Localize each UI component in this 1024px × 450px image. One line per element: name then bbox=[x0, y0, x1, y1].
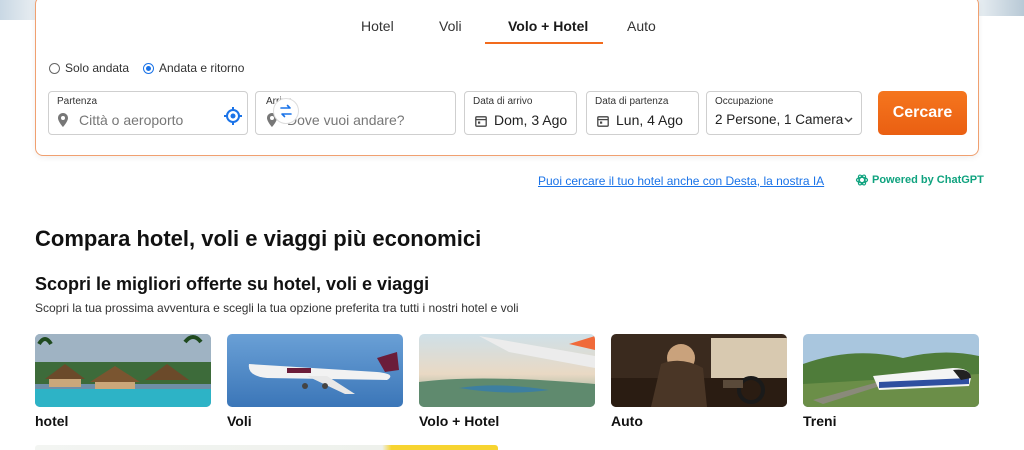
product-tabs: Hotel Voli Volo + Hotel Auto bbox=[36, 0, 978, 44]
occupancy-select[interactable]: Occupazione 2 Persone, 1 Camera bbox=[706, 91, 862, 135]
departure-input[interactable]: Città o aeroporto bbox=[79, 112, 183, 128]
car-image bbox=[611, 334, 787, 407]
category-label-auto: Auto bbox=[611, 413, 643, 429]
tab-auto[interactable]: Auto bbox=[627, 18, 656, 34]
desta-ai-link[interactable]: Puoi cercare il tuo hotel anche con Dest… bbox=[538, 174, 824, 188]
tab-volo-hotel[interactable]: Volo + Hotel bbox=[508, 18, 588, 34]
offers-heading: Scopri le migliori offerte su hotel, vol… bbox=[35, 274, 430, 294]
powered-by-label: Powered by ChatGPT bbox=[872, 174, 984, 186]
category-card-treni[interactable]: Treni bbox=[803, 334, 979, 429]
checkin-field[interactable]: Data di arrivo Dom, 3 Ago bbox=[464, 91, 577, 135]
radio-round-trip-label: Andata e ritorno bbox=[159, 61, 245, 75]
active-tab-indicator bbox=[485, 42, 603, 44]
radio-one-way-circle[interactable] bbox=[49, 62, 60, 74]
page-title: Compara hotel, voli e viaggi più economi… bbox=[35, 226, 482, 251]
tab-hotel[interactable]: Hotel bbox=[361, 18, 394, 34]
radio-one-way[interactable]: Solo andata bbox=[49, 61, 129, 75]
radio-round-trip-circle[interactable] bbox=[143, 62, 154, 74]
background-image-right bbox=[978, 0, 1024, 16]
category-label-hotel: hotel bbox=[35, 413, 69, 429]
radio-round-trip[interactable]: Andata e ritorno bbox=[143, 61, 244, 75]
offers-subheading: Scopri la tua prossima avventura e scegl… bbox=[35, 301, 519, 315]
search-form: Hotel Voli Volo + Hotel Auto Solo andata… bbox=[35, 0, 979, 156]
checkout-field[interactable]: Data di partenza Lun, 4 Ago bbox=[586, 91, 699, 135]
chevron-down-icon bbox=[844, 117, 853, 123]
calendar-icon bbox=[597, 116, 609, 127]
category-card-voli[interactable]: Voli bbox=[227, 334, 403, 429]
checkout-value: Lun, 4 Ago bbox=[616, 112, 683, 128]
departure-label: Partenza bbox=[57, 96, 98, 107]
search-button[interactable]: Cercare bbox=[878, 91, 967, 135]
swap-icon bbox=[280, 104, 292, 118]
tab-voli[interactable]: Voli bbox=[439, 18, 462, 34]
train-image bbox=[803, 334, 979, 407]
category-card-auto[interactable]: Auto bbox=[611, 334, 787, 429]
checkin-label: Data di arrivo bbox=[473, 96, 533, 107]
swap-button[interactable] bbox=[273, 98, 299, 124]
category-label-voli: Voli bbox=[227, 413, 252, 429]
category-card-volo-hotel[interactable]: Volo + Hotel bbox=[419, 334, 595, 429]
occupancy-label: Occupazione bbox=[715, 96, 774, 107]
occupancy-value: 2 Persone, 1 Camera bbox=[715, 112, 844, 127]
category-card-hotel[interactable]: hotel bbox=[35, 334, 211, 429]
hotel-image bbox=[35, 334, 211, 407]
geolocate-icon[interactable] bbox=[223, 106, 243, 126]
openai-icon bbox=[855, 174, 869, 186]
powered-by-chatgpt: Powered by ChatGPT bbox=[855, 173, 984, 187]
location-pin-icon bbox=[58, 113, 68, 127]
checkout-label: Data di partenza bbox=[595, 96, 669, 107]
arrival-input[interactable]: Dove vuoi andare? bbox=[287, 112, 405, 128]
promo-banner-edge bbox=[35, 445, 498, 450]
flight-image bbox=[227, 334, 403, 407]
radio-one-way-label: Solo andata bbox=[65, 61, 130, 75]
calendar-icon bbox=[475, 116, 487, 127]
departure-field[interactable]: Partenza Città o aeroporto bbox=[48, 91, 248, 135]
background-image-left bbox=[0, 0, 36, 20]
category-label-treni: Treni bbox=[803, 413, 837, 429]
category-label-volo-hotel: Volo + Hotel bbox=[419, 413, 500, 429]
checkin-value: Dom, 3 Ago bbox=[494, 112, 568, 128]
flight-hotel-image bbox=[419, 334, 595, 407]
